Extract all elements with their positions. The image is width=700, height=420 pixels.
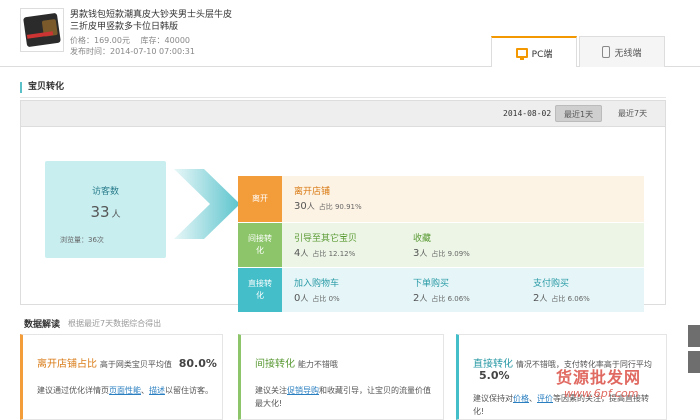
visitor-label: 访客数 bbox=[91, 187, 119, 197]
guide-other-name: 引导至其它宝贝 bbox=[294, 234, 358, 244]
pay-ratio: 占比 6.06% bbox=[551, 295, 590, 303]
card-indirect-desc: 能力不错哦 bbox=[297, 360, 338, 369]
card-direct-text-pre: 建议保持对 bbox=[473, 394, 513, 403]
product-stock: 库存：40000 bbox=[140, 36, 190, 45]
card-leave-text-post: 以留住访客。 bbox=[165, 386, 213, 395]
leave-store-ratio: 占比 90.91% bbox=[318, 203, 362, 211]
visitor-unit: 人 bbox=[111, 210, 121, 220]
favorite-name: 收藏 bbox=[413, 234, 432, 244]
page-performance-link[interactable]: 页面性能 bbox=[109, 386, 141, 395]
leave-store-name: 离开店铺 bbox=[294, 187, 331, 197]
tab-pc-label: PC端 bbox=[531, 49, 553, 60]
card-leave-title: 离开店铺占比 高于网类宝贝平均值 80.0% bbox=[37, 355, 217, 370]
add-cart-name: 加入购物车 bbox=[294, 279, 340, 289]
flow-arrow-icon bbox=[174, 169, 240, 239]
description-link[interactable]: 描述 bbox=[149, 386, 165, 395]
card-indirect-title: 间接转化 能力不错哦 bbox=[255, 355, 338, 370]
promotion-guide-link[interactable]: 促销导购 bbox=[287, 386, 319, 395]
chat-side-button[interactable] bbox=[688, 351, 700, 373]
card-leave-body: 建议通过优化详情页页面性能、描述以留住访客。 bbox=[37, 384, 213, 397]
row-label-direct: 直接转化 bbox=[238, 268, 282, 312]
product-thumbnail[interactable] bbox=[20, 8, 64, 52]
date-label: 2014-08-02 bbox=[503, 109, 552, 118]
price-link[interactable]: 价格 bbox=[513, 394, 529, 403]
leave-store-count: 30 bbox=[294, 201, 307, 212]
place-order-unit: 人 bbox=[419, 294, 428, 303]
card-leave-sep: 、 bbox=[141, 386, 149, 395]
favorite-value: 3人 占比 9.09% bbox=[413, 248, 470, 259]
wallet-image bbox=[23, 12, 61, 48]
range-7day-button[interactable]: 最近7天 bbox=[610, 105, 655, 122]
visitor-value: 33 bbox=[90, 203, 110, 221]
product-price: 价格：169.00元 bbox=[70, 36, 130, 45]
pay-name: 支付购买 bbox=[533, 279, 570, 289]
conversion-panel: 2014-08-02 最近1天 最近7天 访客数 33人 浏览量：36次 离开 bbox=[20, 100, 666, 312]
interpretation-card-indirect: 间接转化 能力不错哦 建议关注促销导购和收藏引导，让宝贝的流量价值最大化! bbox=[238, 334, 444, 420]
card-direct-value: 5.0% bbox=[479, 369, 510, 382]
card-leave-desc: 高于网类宝贝平均值 bbox=[99, 360, 172, 369]
direct-row: 直接转化 加入购物车 0人 占比 0% 下单购买 2人 占比 6.06% 支付购买 … bbox=[238, 268, 644, 312]
watermark-logo: 货源批发网 bbox=[556, 368, 642, 387]
tab-mobile-label: 无线端 bbox=[614, 48, 642, 59]
leave-store-unit: 人 bbox=[306, 202, 315, 211]
product-price-stock: 价格：169.00元 库存：40000 bbox=[70, 35, 198, 46]
leave-store-value: 30人 占比 90.91% bbox=[294, 201, 362, 212]
tab-pc[interactable]: PC端 bbox=[491, 36, 577, 68]
guide-other-value: 4人 占比 12.12% bbox=[294, 248, 355, 259]
section-title: 宝贝转化 bbox=[20, 82, 64, 93]
visitor-box: 访客数 33 人 浏览量：36次 bbox=[45, 161, 166, 258]
place-order-name: 下单购买 bbox=[413, 279, 450, 289]
place-order-ratio: 占比 6.06% bbox=[431, 295, 470, 303]
card-leave-value: 80.0% bbox=[178, 357, 217, 370]
card-leave-text-pre: 建议通过优化详情页 bbox=[37, 386, 109, 395]
guide-other-ratio: 占比 12.12% bbox=[312, 250, 356, 258]
card-indirect-body: 建议关注促销导购和收藏引导，让宝贝的流量价值最大化! bbox=[255, 384, 431, 410]
visitor-count: 33 人 bbox=[45, 203, 166, 221]
card-direct-sep: 、 bbox=[529, 394, 537, 403]
watermark-url: www.6pf.com bbox=[564, 387, 639, 400]
interpretation-card-leave: 离开店铺占比 高于网类宝贝平均值 80.0% 建议通过优化详情页页面性能、描述以… bbox=[20, 334, 223, 420]
card-indirect-text-pre: 建议关注 bbox=[255, 386, 287, 395]
row-label-leave: 离开 bbox=[238, 176, 282, 222]
guide-other-unit: 人 bbox=[300, 249, 309, 258]
pageview-count: 浏览量：36次 bbox=[60, 236, 104, 244]
add-cart-unit: 人 bbox=[300, 294, 309, 303]
review-link[interactable]: 评价 bbox=[537, 394, 553, 403]
panel-toolbar: 2014-08-02 最近1天 最近7天 bbox=[21, 101, 665, 127]
monitor-icon bbox=[515, 48, 528, 60]
product-title[interactable]: 男款钱包短款潮真皮大钞夹男士头层牛皮三折皮甲竖款多卡位日韩版 bbox=[70, 9, 240, 33]
indirect-row: 间接转化 引导至其它宝贝 4人 占比 12.12% 收藏 3人 占比 9.09% bbox=[238, 223, 644, 267]
pay-unit: 人 bbox=[539, 294, 548, 303]
card-leave-key: 离开店铺占比 bbox=[37, 359, 97, 370]
favorite-unit: 人 bbox=[419, 249, 428, 258]
interpretation-title: 数据解读 bbox=[24, 320, 61, 330]
phone-icon bbox=[602, 46, 611, 58]
interpretation-note: 根据最近7天数据综合得出 bbox=[68, 319, 162, 328]
add-cart-value: 0人 占比 0% bbox=[294, 293, 340, 304]
feedback-side-button[interactable] bbox=[688, 325, 700, 347]
place-order-value: 2人 占比 6.06% bbox=[413, 293, 470, 304]
pay-value: 2人 占比 6.06% bbox=[533, 293, 590, 304]
row-label-indirect: 间接转化 bbox=[238, 223, 282, 267]
section-divider bbox=[20, 97, 666, 98]
range-1day-button[interactable]: 最近1天 bbox=[555, 105, 603, 122]
tab-mobile[interactable]: 无线端 bbox=[579, 36, 665, 67]
product-header: 男款钱包短款潮真皮大钞夹男士头层牛皮三折皮甲竖款多卡位日韩版 价格：169.00… bbox=[0, 0, 700, 68]
card-indirect-key: 间接转化 bbox=[255, 359, 295, 370]
leave-row: 离开 离开店铺 30人 占比 90.91% bbox=[238, 176, 644, 222]
favorite-ratio: 占比 9.09% bbox=[431, 250, 470, 258]
product-publish-time: 发布时间：2014-07-10 07:00:31 bbox=[70, 47, 195, 56]
add-cart-ratio: 占比 0% bbox=[312, 295, 340, 303]
